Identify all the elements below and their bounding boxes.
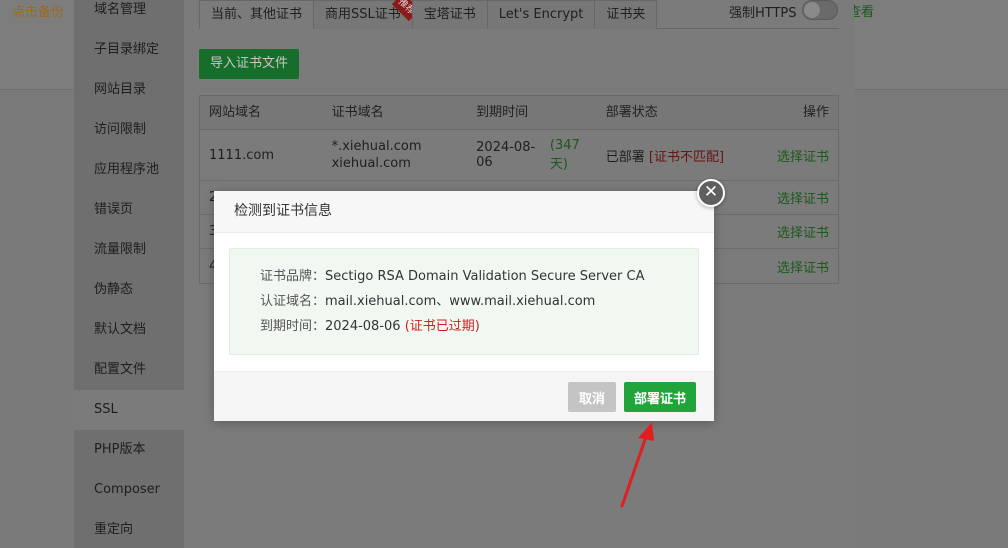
- tab-commercial-ssl[interactable]: 商用SSL证书 推荐: [313, 0, 420, 29]
- days-remaining: (347天): [549, 138, 580, 172]
- select-certificate-link[interactable]: 选择证书: [777, 257, 829, 276]
- tab-certificate-folder[interactable]: 证书夹: [594, 0, 658, 29]
- force-https-toggle[interactable]: [802, 0, 838, 20]
- cert-brand-label: 证书品牌：: [260, 269, 326, 284]
- deploy-status: 已部署: [605, 149, 645, 165]
- cert-expired-note: (证书已过期): [404, 319, 480, 334]
- header-site-domain: 网站域名: [209, 105, 262, 120]
- select-certificate-link[interactable]: 选择证书: [777, 188, 829, 207]
- certificate-info-box: 证书品牌：Sectigo RSA Domain Validation Secur…: [229, 248, 699, 355]
- select-certificate-link[interactable]: 选择证书: [777, 146, 829, 165]
- sidebar-item-rewrite[interactable]: 伪静态: [74, 270, 184, 310]
- sidebar-item-app-pool[interactable]: 应用程序池: [74, 150, 184, 190]
- action-cell: 选择证书: [746, 249, 838, 283]
- header-deploy-status: 部署状态: [605, 105, 658, 120]
- tab-label: 商用SSL证书: [325, 7, 401, 22]
- select-certificate-link[interactable]: 选择证书: [777, 222, 829, 241]
- sidebar-item-subdirectory-binding[interactable]: 子目录绑定: [74, 30, 184, 70]
- mismatch-badge: [证书不匹配]: [648, 149, 725, 165]
- settings-sidebar: 域名管理 子目录绑定 网站目录 访问限制 应用程序池 错误页 流量限制 伪静态 …: [74, 0, 184, 548]
- sidebar-item-default-document[interactable]: 默认文档: [74, 310, 184, 350]
- cert-expire-label: 到期时间：: [260, 319, 326, 334]
- close-icon[interactable]: ✕: [697, 179, 725, 207]
- deploy-certificate-button[interactable]: 部署证书: [624, 382, 696, 412]
- table-row: 1111.com *.xiehual.com xiehual.com 2024-…: [200, 130, 838, 181]
- cert-expire-row: 到期时间：2024-08-06 (证书已过期): [260, 314, 698, 339]
- sidebar-item-site-directory[interactable]: 网站目录: [74, 70, 184, 110]
- cert-brand-value: Sectigo RSA Domain Validation Secure Ser…: [325, 269, 645, 284]
- sidebar-item-error-page[interactable]: 错误页: [74, 190, 184, 230]
- cert-domain-label: 认证域名：: [260, 294, 326, 309]
- expire-cell: 2024-08-06 (347天): [467, 130, 597, 180]
- sidebar-item-php-version[interactable]: PHP版本: [74, 430, 184, 470]
- force-https-label: 强制HTTPS: [729, 6, 797, 21]
- dialog-title: 检测到证书信息: [214, 191, 714, 233]
- cert-domain-value: mail.xiehual.com、www.mail.xiehual.com: [325, 294, 596, 309]
- status-cell: 已部署 [证书不匹配]: [597, 130, 747, 180]
- header-expire-time: 到期时间: [476, 105, 529, 120]
- cancel-button[interactable]: 取消: [568, 382, 616, 412]
- sidebar-item-access-restriction[interactable]: 访问限制: [74, 110, 184, 150]
- action-cell: 选择证书: [746, 130, 838, 180]
- cert-domain: xiehual.com: [331, 156, 411, 171]
- table-header: 网站域名 证书域名 到期时间 部署状态 操作: [200, 96, 838, 130]
- import-certificate-button[interactable]: 导入证书文件: [199, 49, 300, 79]
- backup-link[interactable]: 点击备份: [12, 1, 64, 20]
- site-domain-cell: 1111.com: [209, 147, 274, 163]
- arrow-annotation-icon: [620, 422, 654, 508]
- tab-lets-encrypt[interactable]: Let's Encrypt: [486, 0, 596, 29]
- header-cert-domain: 证书域名: [331, 105, 384, 120]
- cert-domain: *.xiehual.com: [331, 139, 422, 154]
- cert-domain-cell: *.xiehual.com xiehual.com: [323, 130, 468, 180]
- cert-domain-row: 认证域名：mail.xiehual.com、www.mail.xiehual.c…: [260, 289, 698, 314]
- tab-label: 当前、其他证书: [211, 7, 303, 22]
- expire-date: 2024-08-06: [476, 140, 536, 170]
- header-actions: 操作: [802, 105, 829, 120]
- action-cell: 选择证书: [746, 181, 838, 214]
- sidebar-item-composer[interactable]: Composer: [74, 470, 184, 510]
- tab-baota-certificate[interactable]: 宝塔证书: [411, 0, 488, 29]
- sidebar-item-traffic-limit[interactable]: 流量限制: [74, 230, 184, 270]
- tab-label: 宝塔证书: [423, 7, 476, 22]
- sidebar-item-config-file[interactable]: 配置文件: [74, 350, 184, 390]
- cert-expire-value: 2024-08-06: [325, 319, 401, 334]
- sidebar-item-ssl[interactable]: SSL: [74, 390, 184, 430]
- certificate-detected-dialog: 检测到证书信息 证书品牌：Sectigo RSA Domain Validati…: [214, 191, 714, 421]
- action-cell: 选择证书: [746, 215, 838, 248]
- tab-label: 证书夹: [606, 7, 646, 22]
- tab-current-certificates[interactable]: 当前、其他证书: [199, 0, 315, 29]
- tab-label: Let's Encrypt: [498, 7, 584, 22]
- cert-brand-row: 证书品牌：Sectigo RSA Domain Validation Secur…: [260, 264, 698, 289]
- sidebar-item-domain-management[interactable]: 域名管理: [74, 0, 184, 30]
- sidebar-item-redirect[interactable]: 重定向: [74, 510, 184, 548]
